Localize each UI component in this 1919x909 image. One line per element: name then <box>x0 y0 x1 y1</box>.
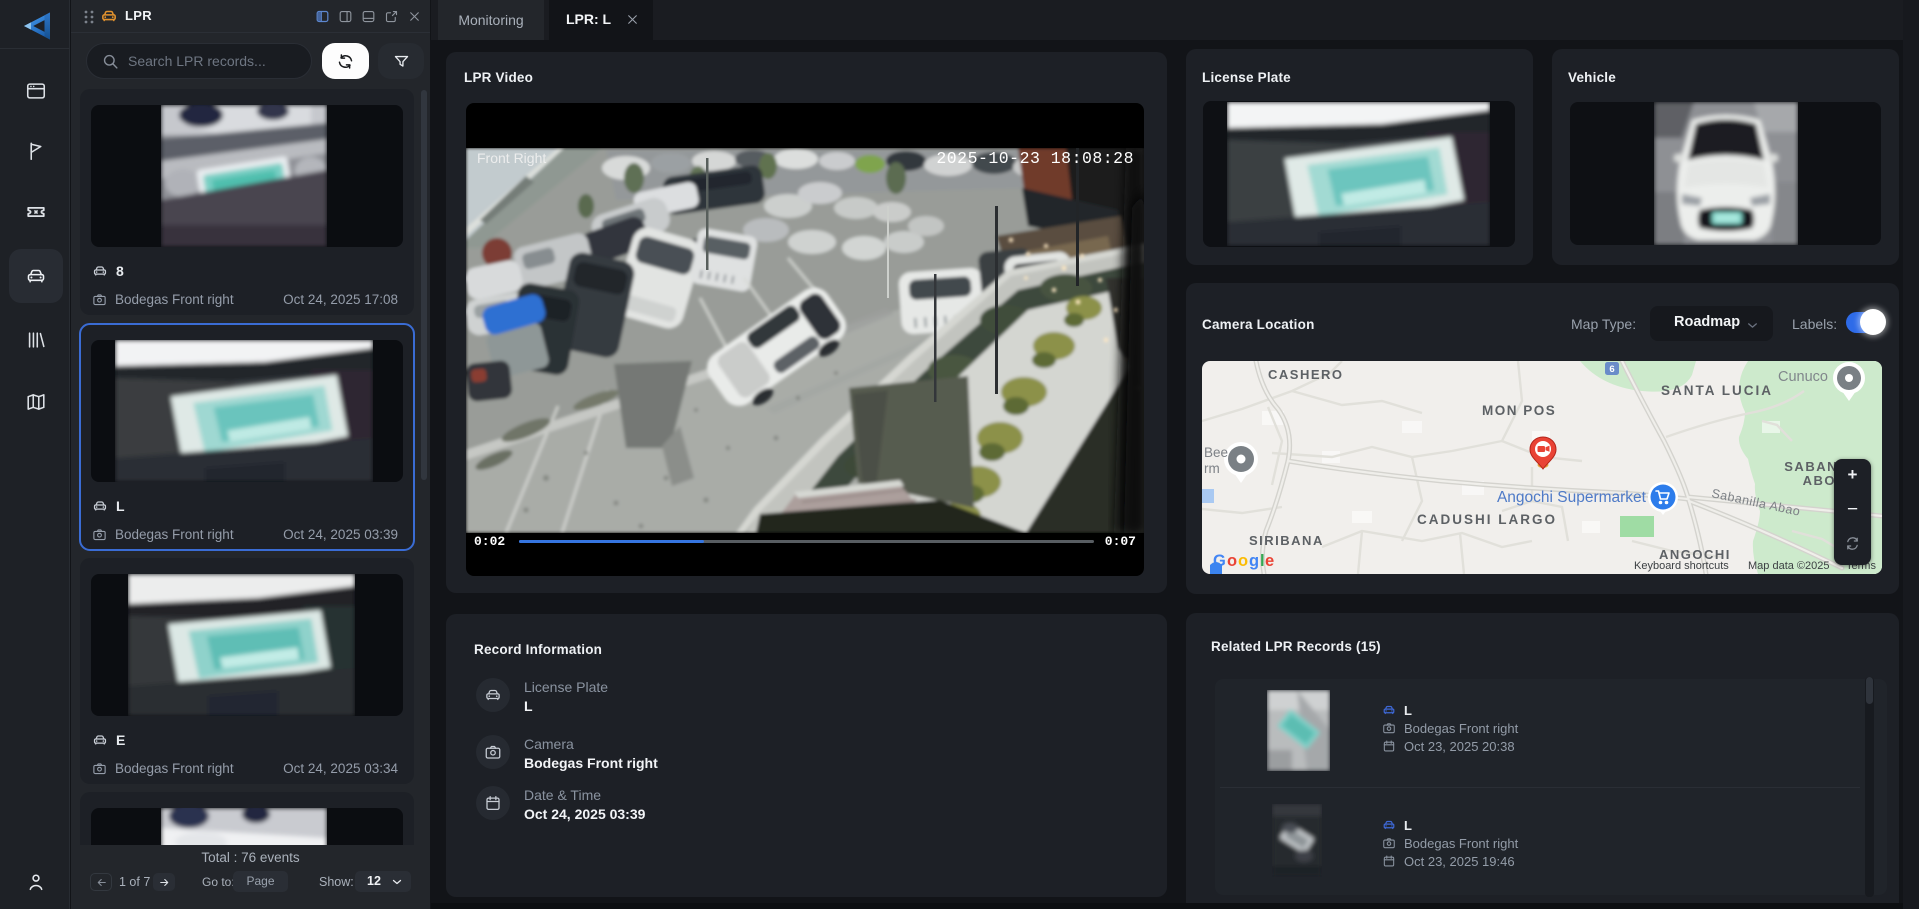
svg-text:MON POS: MON POS <box>1482 403 1556 418</box>
svg-text:o: o <box>1227 552 1237 570</box>
svg-text:CADUSHI LARGO: CADUSHI LARGO <box>1417 512 1557 527</box>
svg-text:Angochi Supermarket: Angochi Supermarket <box>1497 489 1647 506</box>
svg-text:SIRIBANA: SIRIBANA <box>1249 533 1324 548</box>
svg-text:Keyboard shortcuts: Keyboard shortcuts <box>1634 560 1729 572</box>
svg-text:o: o <box>1238 552 1248 570</box>
svg-text:SANTA LUCIA: SANTA LUCIA <box>1661 383 1773 398</box>
svg-text:ABO: ABO <box>1803 473 1836 488</box>
svg-text:SABAN: SABAN <box>1784 459 1838 474</box>
svg-text:g: g <box>1249 552 1259 570</box>
svg-text:6: 6 <box>1609 364 1614 375</box>
svg-text:Cunuco: Cunuco <box>1778 369 1828 385</box>
svg-text:l: l <box>1260 552 1265 570</box>
svg-text:Map data ©2025: Map data ©2025 <box>1748 560 1830 572</box>
svg-text:Bee: Bee <box>1204 445 1228 460</box>
svg-text:rm: rm <box>1204 461 1220 476</box>
svg-text:e: e <box>1265 552 1274 570</box>
svg-text:CASHERO: CASHERO <box>1268 367 1344 382</box>
